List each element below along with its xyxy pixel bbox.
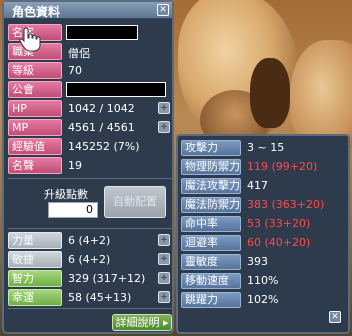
ability-points-section: 升級點數 0 自動配置: [8, 182, 172, 226]
detail-button[interactable]: 詳細說明 ▸: [112, 314, 172, 331]
background-cave: [250, 58, 290, 128]
detail-label: 靈敏度: [181, 254, 241, 270]
close-icon[interactable]: ✕: [329, 311, 341, 323]
profile-label: 等級: [8, 62, 62, 79]
profile-label: 名聲: [8, 157, 62, 174]
profile-label: HP: [8, 100, 62, 117]
stat-value: 6 (4+2): [68, 253, 111, 266]
detail-label: 迴避率: [181, 235, 241, 251]
stat-label: 智力: [8, 270, 62, 287]
profile-value: 19: [68, 159, 82, 172]
stat-value: 329 (317+12): [68, 272, 146, 285]
ability-points-value: 0: [48, 202, 98, 218]
detail-value: 3 ~ 15: [247, 141, 285, 154]
detail-value: 53 (33+20): [247, 217, 311, 230]
detail-label: 命中率: [181, 216, 241, 232]
divider: [8, 178, 172, 179]
profile-value: 4561 / 4561: [68, 121, 135, 134]
stat-label: 敏捷: [8, 251, 62, 268]
detail-value: 383 (363+20): [247, 198, 325, 211]
detail-label: 魔法防禦力: [181, 197, 241, 213]
detail-stats-window: 攻擊力 3 ~ 15 物理防禦力 119 (99+20) 魔法攻擊力 417 魔法防禦力 38…: [176, 134, 350, 334]
redacted-value: [66, 82, 166, 97]
detail-value: 102%: [247, 293, 279, 306]
detail-value: 60 (40+20): [247, 236, 311, 249]
detail-value: 417: [247, 179, 268, 192]
profile-label: 公會: [8, 81, 62, 98]
detail-value: 110%: [247, 274, 279, 287]
stat-label: 幸運: [8, 289, 62, 306]
profile-value: 70: [68, 64, 82, 77]
close-icon[interactable]: ✕: [157, 4, 169, 16]
divider: [8, 308, 172, 309]
profile-label: 經驗值: [8, 138, 62, 155]
detail-label: 跳躍力: [181, 292, 241, 308]
add-stat-button[interactable]: +: [158, 253, 170, 265]
detail-label: 移動速度: [181, 273, 241, 289]
detail-label: 魔法攻擊力: [181, 178, 241, 194]
auto-assign-button[interactable]: 自動配置: [104, 186, 166, 218]
add-point-button[interactable]: +: [158, 121, 170, 133]
stat-value: 58 (45+13): [68, 291, 132, 304]
detail-value: 119 (99+20): [247, 160, 318, 173]
title-bar[interactable]: 角色資料 ✕: [4, 2, 172, 19]
profile-value: 僧侶: [68, 47, 90, 60]
redacted-value: [66, 25, 138, 40]
detail-value: 393: [247, 255, 268, 268]
window-title: 角色資料: [12, 5, 61, 19]
add-stat-button[interactable]: +: [158, 272, 170, 284]
detail-label: 物理防禦力: [181, 159, 241, 175]
profile-value: 1042 / 1042: [68, 102, 135, 115]
add-stat-button[interactable]: +: [158, 291, 170, 303]
add-stat-button[interactable]: +: [158, 234, 170, 246]
profile-value: 145252 (7%): [68, 140, 140, 153]
stat-value: 6 (4+2): [68, 234, 111, 247]
divider: [8, 228, 172, 229]
add-point-button[interactable]: +: [158, 102, 170, 114]
hand-cursor-icon: [19, 27, 41, 52]
profile-label: MP: [8, 119, 62, 136]
detail-label: 攻擊力: [181, 140, 241, 156]
ability-points-label: 升級點數: [44, 188, 88, 201]
stat-label: 力量: [8, 232, 62, 249]
